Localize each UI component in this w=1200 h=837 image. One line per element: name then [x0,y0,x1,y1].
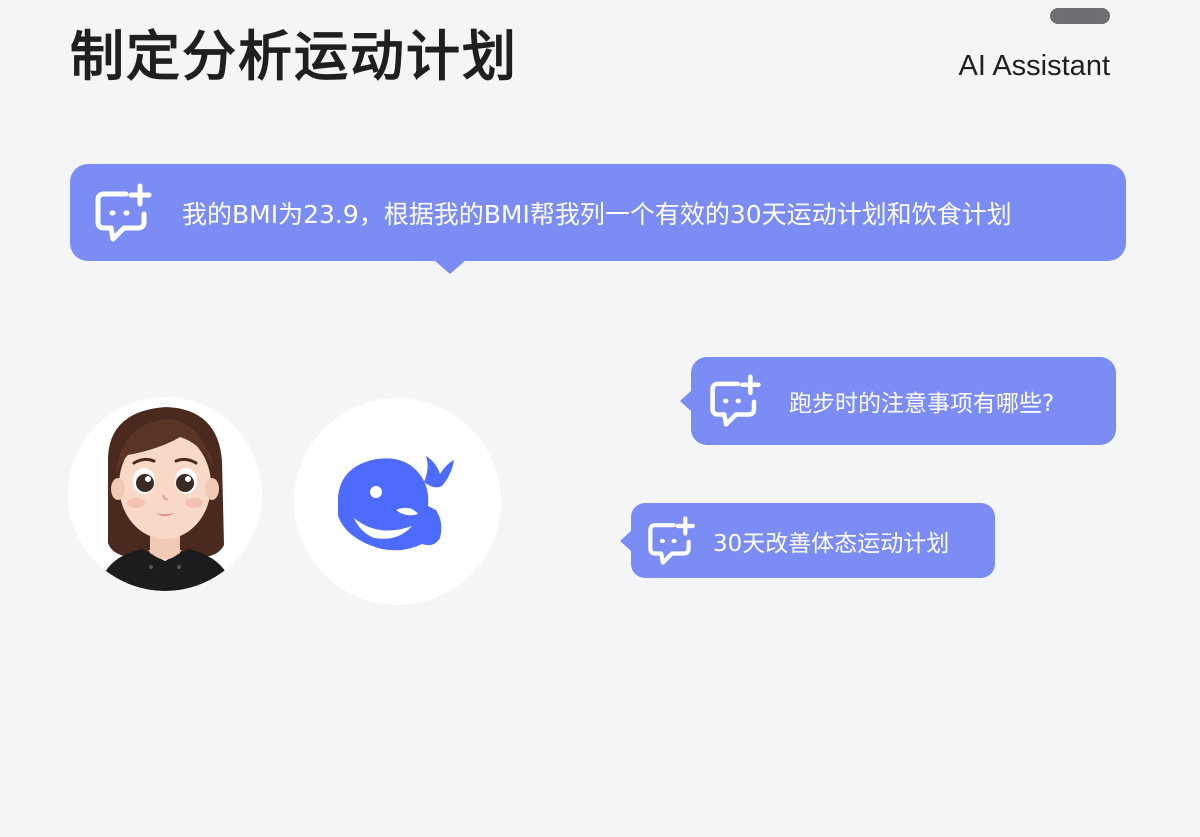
woman-avatar-icon [68,397,262,591]
page-title: 制定分析运动计划 [70,25,518,88]
bubble-tail [680,390,692,412]
question-text: 跑步时的注意事项有哪些? [789,391,1055,417]
assistant-avatar [294,398,501,605]
chat-bubble-plus-icon [707,374,765,428]
whale-logo-icon [338,456,454,551]
suggested-question-running[interactable]: 跑步时的注意事项有哪些? [680,357,1116,445]
user-avatar [68,397,262,591]
bubble-tail [434,260,466,274]
brand-label: AI Assistant [958,50,1110,82]
chat-bubble-plus-icon [645,515,699,566]
bubble-tail [620,529,632,552]
status-pill [1050,8,1110,24]
question-text: 30天改善体态运动计划 [713,530,950,557]
main-prompt-text: 我的BMI为23.9，根据我的BMI帮我列一个有效的30天运动计划和饮食计划 [182,199,1012,229]
suggested-question-posture[interactable]: 30天改善体态运动计划 [620,503,995,578]
main-prompt-bubble[interactable]: 我的BMI为23.9，根据我的BMI帮我列一个有效的30天运动计划和饮食计划 [70,164,1126,274]
chat-bubble-plus-icon [92,183,156,243]
